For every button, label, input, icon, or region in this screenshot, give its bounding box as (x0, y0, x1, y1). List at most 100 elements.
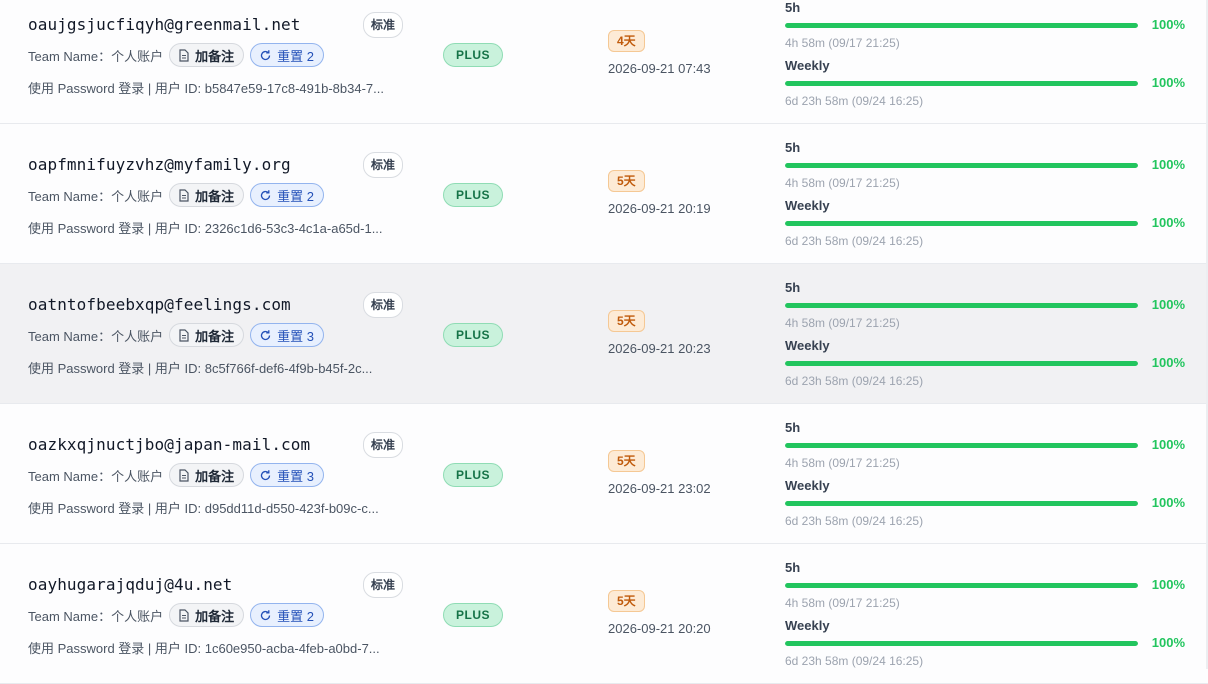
plan-badge: PLUS (443, 43, 503, 67)
account-email[interactable]: oapfmnifuyzvhz@myfamily.org (28, 155, 291, 174)
quota-bar (785, 583, 1138, 588)
quota-percent: 100% (1151, 355, 1185, 370)
reset-label: 重置 2 (277, 48, 314, 64)
add-note-button[interactable]: 加备注 (169, 603, 245, 627)
account-email[interactable]: oayhugarajqduj@4u.net (28, 575, 232, 594)
refresh-icon (260, 189, 271, 200)
quota-label: Weekly (785, 58, 830, 73)
account-email[interactable]: oazkxqjnuctjbo@japan-mail.com (28, 435, 310, 454)
team-line: Team Name： 个人账户 加备注 重置 3 (28, 322, 330, 348)
quota-reset-time: 6d 23h 58m (09/24 16:25) (785, 514, 924, 528)
reset-button[interactable]: 重置 2 (250, 43, 324, 67)
add-note-button[interactable]: 加备注 (169, 463, 245, 487)
quota-bar-fill (785, 221, 1138, 226)
reset-label: 重置 3 (277, 468, 314, 484)
quota-bar-fill (785, 23, 1138, 28)
tier-badge: 标准 (363, 152, 404, 178)
account-list: oaujgsjucfiqyh@greenmail.net 标准 Team Nam… (0, 0, 1208, 684)
quota-bar-fill (785, 163, 1138, 168)
add-note-button[interactable]: 加备注 (169, 323, 245, 347)
team-label: Team Name： (28, 188, 112, 204)
reset-button[interactable]: 重置 3 (250, 463, 324, 487)
days-left-badge: 5天 (608, 310, 645, 332)
expiry-date: 2026-09-21 20:19 (608, 201, 711, 216)
team-line: Team Name： 个人账户 加备注 重置 2 (28, 182, 330, 208)
days-left-badge: 5天 (608, 590, 645, 612)
quota-percent: 100% (1151, 157, 1185, 172)
account-row[interactable]: oaujgsjucfiqyh@greenmail.net 标准 Team Nam… (0, 0, 1208, 124)
account-row[interactable]: oayhugarajqduj@4u.net 标准 Team Name： 个人账户… (0, 544, 1208, 684)
quota-bar-fill (785, 583, 1138, 588)
quota-reset-time: 6d 23h 58m (09/24 16:25) (785, 94, 924, 108)
quota-5h: 5h 100% 4h 58m (09/17 21:25) (785, 0, 1190, 50)
quota-percent: 100% (1151, 75, 1185, 90)
quota-weekly: Weekly 100% 6d 23h 58m (09/24 16:25) (785, 478, 1190, 528)
quota-weekly: Weekly 100% 6d 23h 58m (09/24 16:25) (785, 58, 1190, 108)
quota-percent: 100% (1151, 495, 1185, 510)
plan-badge: PLUS (443, 323, 503, 347)
quota-bar-fill (785, 641, 1138, 646)
quota-bar (785, 163, 1138, 168)
account-row[interactable]: oapfmnifuyzvhz@myfamily.org 标准 Team Name… (0, 124, 1208, 264)
quota-bar (785, 221, 1138, 226)
team-value: 个人账户 (111, 48, 164, 64)
add-note-label: 加备注 (195, 328, 235, 344)
team-value: 个人账户 (111, 608, 164, 624)
quota-bar (785, 361, 1138, 366)
reset-button[interactable]: 重置 2 (250, 183, 324, 207)
quota-weekly: Weekly 100% 6d 23h 58m (09/24 16:25) (785, 198, 1190, 248)
team-label: Team Name： (28, 608, 112, 624)
quota-weekly: Weekly 100% 6d 23h 58m (09/24 16:25) (785, 338, 1190, 388)
quota-label: Weekly (785, 198, 830, 213)
add-note-label: 加备注 (195, 48, 235, 64)
quota-label: 5h (785, 0, 801, 15)
login-info: 使用 Password 登录 | 用户 ID: 2326c1d6-53c3-4c… (28, 221, 383, 236)
expiry-date: 2026-09-21 20:20 (608, 621, 711, 636)
account-row[interactable]: oatntofbeebxqp@feelings.com 标准 Team Name… (0, 264, 1208, 404)
account-row[interactable]: oazkxqjnuctjbo@japan-mail.com 标准 Team Na… (0, 404, 1208, 544)
quota-5h: 5h 100% 4h 58m (09/17 21:25) (785, 560, 1190, 610)
team-value: 个人账户 (111, 468, 164, 484)
reset-button[interactable]: 重置 2 (250, 603, 324, 627)
document-icon (179, 48, 189, 62)
quota-bar (785, 501, 1138, 506)
plan-badge: PLUS (443, 183, 503, 207)
add-note-label: 加备注 (195, 608, 235, 624)
quota-reset-time: 4h 58m (09/17 21:25) (785, 596, 900, 610)
quota-bar (785, 23, 1138, 28)
quota-percent: 100% (1151, 577, 1185, 592)
tier-badge: 标准 (363, 432, 404, 458)
quota-percent: 100% (1151, 635, 1185, 650)
quota-label: Weekly (785, 338, 830, 353)
reset-label: 重置 2 (277, 608, 314, 624)
quota-reset-time: 6d 23h 58m (09/24 16:25) (785, 234, 924, 248)
add-note-button[interactable]: 加备注 (169, 183, 245, 207)
quota-label: 5h (785, 280, 801, 295)
tier-badge: 标准 (363, 572, 404, 598)
login-info: 使用 Password 登录 | 用户 ID: 1c60e950-acba-4f… (28, 641, 380, 656)
days-left-badge: 5天 (608, 170, 645, 192)
quota-bar (785, 303, 1138, 308)
quota-reset-time: 4h 58m (09/17 21:25) (785, 456, 900, 470)
login-info: 使用 Password 登录 | 用户 ID: 8c5f766f-def6-4f… (28, 361, 373, 376)
reset-label: 重置 2 (277, 188, 314, 204)
document-icon (179, 468, 189, 482)
add-note-label: 加备注 (195, 188, 235, 204)
quota-label: 5h (785, 420, 801, 435)
add-note-button[interactable]: 加备注 (169, 43, 245, 67)
quota-5h: 5h 100% 4h 58m (09/17 21:25) (785, 420, 1190, 470)
team-label: Team Name： (28, 328, 112, 344)
quota-5h: 5h 100% 4h 58m (09/17 21:25) (785, 280, 1190, 330)
account-email[interactable]: oatntofbeebxqp@feelings.com (28, 295, 291, 314)
tier-badge: 标准 (363, 12, 404, 38)
expiry-date: 2026-09-21 23:02 (608, 481, 711, 496)
quota-label: 5h (785, 140, 801, 155)
team-line: Team Name： 个人账户 加备注 重置 2 (28, 602, 330, 628)
days-left-badge: 5天 (608, 450, 645, 472)
account-email[interactable]: oaujgsjucfiqyh@greenmail.net (28, 15, 301, 34)
quota-reset-time: 6d 23h 58m (09/24 16:25) (785, 654, 924, 668)
quota-bar (785, 641, 1138, 646)
reset-button[interactable]: 重置 3 (250, 323, 324, 347)
reset-label: 重置 3 (277, 328, 314, 344)
expiry-date: 2026-09-21 20:23 (608, 341, 711, 356)
